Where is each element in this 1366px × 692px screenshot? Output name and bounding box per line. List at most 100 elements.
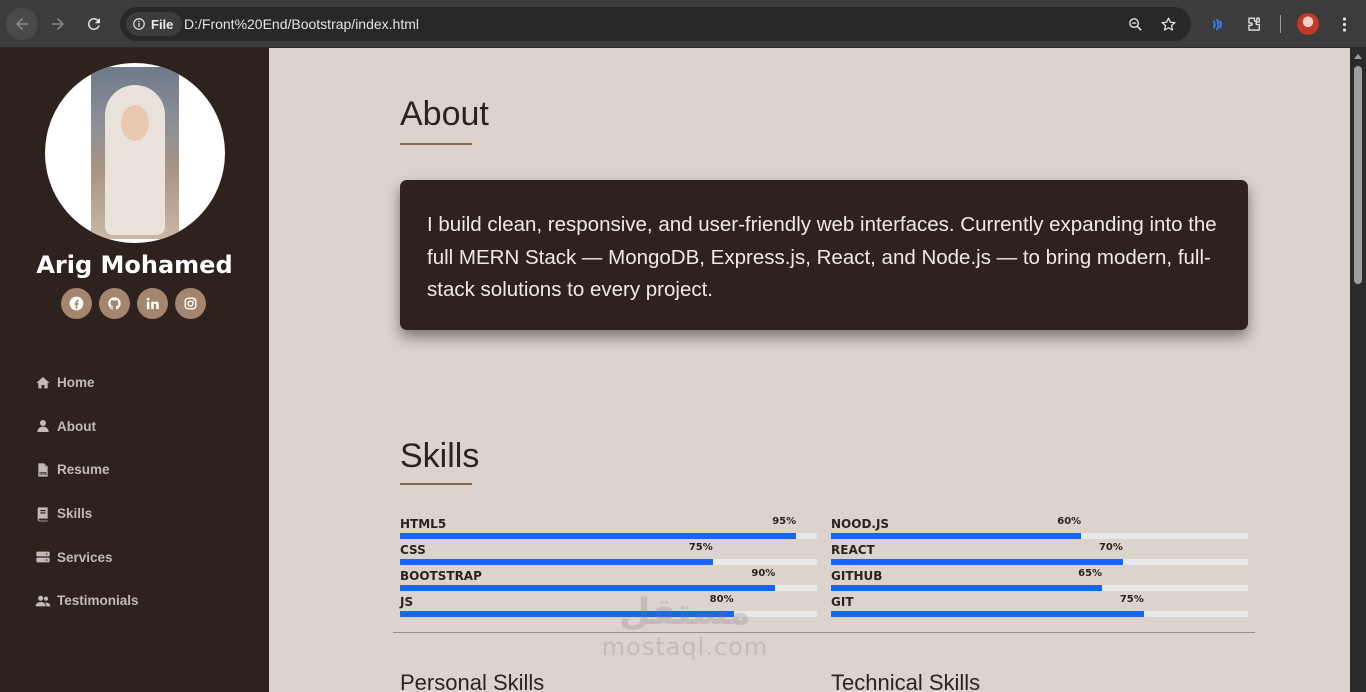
reload-button[interactable] bbox=[78, 8, 110, 40]
skill-progress-track bbox=[831, 611, 1248, 617]
nav-label-resume: Resume bbox=[57, 462, 110, 478]
forward-button[interactable] bbox=[42, 8, 74, 40]
nav-label-skills: Skills bbox=[57, 506, 93, 522]
skill-progress-track bbox=[831, 533, 1248, 539]
github-icon bbox=[108, 297, 121, 310]
instagram-link[interactable] bbox=[175, 288, 206, 319]
skill-name: NOOD.JS bbox=[831, 517, 890, 531]
skill-progress-fill bbox=[831, 559, 1123, 565]
scroll-thumb[interactable] bbox=[1354, 66, 1362, 284]
extension-button[interactable] bbox=[1206, 12, 1230, 36]
browser-toolbar: File D:/Front%20End/Bootstrap/index.html bbox=[0, 0, 1366, 48]
nav-item-skills[interactable]: Skills bbox=[35, 492, 139, 536]
nav-label-about: About bbox=[57, 418, 96, 434]
info-icon bbox=[133, 18, 145, 30]
pdf-file-icon: PDF bbox=[38, 463, 48, 477]
skill-name: BOOTSTRAP bbox=[400, 569, 482, 583]
facebook-link[interactable] bbox=[61, 288, 92, 319]
skill-percent: 65% bbox=[1078, 568, 1103, 579]
skill-progress-track bbox=[400, 585, 817, 591]
browser-menu-button[interactable] bbox=[1332, 12, 1356, 36]
technical-skills-heading: Technical Skills bbox=[831, 670, 981, 692]
skill-percent: 75% bbox=[688, 542, 713, 553]
profile-image bbox=[91, 67, 179, 239]
scroll-up-arrow-icon[interactable] bbox=[1354, 54, 1362, 59]
skill-name: GIT bbox=[831, 595, 854, 609]
url-text[interactable]: D:/Front%20End/Bootstrap/index.html bbox=[184, 16, 419, 32]
github-link[interactable] bbox=[99, 288, 130, 319]
profile-name: Arig Mohamed bbox=[36, 251, 233, 279]
star-icon bbox=[1160, 16, 1176, 31]
skill-percent: 70% bbox=[1098, 542, 1123, 553]
puzzle-icon bbox=[1247, 16, 1260, 31]
instagram-icon bbox=[184, 297, 197, 310]
about-text: I build clean, responsive, and user-frie… bbox=[427, 213, 1217, 301]
skills-column-right: NOOD.JS 60% REACT 70% GITHUB 65% GIT 75% bbox=[831, 515, 1248, 619]
toolbar-separator bbox=[1280, 15, 1281, 33]
skill-progress-fill bbox=[831, 611, 1144, 617]
skill-progress-track bbox=[400, 559, 817, 565]
main-content: About I build clean, responsive, and use… bbox=[269, 48, 1350, 692]
users-icon bbox=[35, 595, 51, 607]
nav-item-services[interactable]: Services bbox=[35, 535, 139, 579]
facebook-icon bbox=[69, 296, 84, 311]
page-scrollbar[interactable] bbox=[1350, 48, 1366, 692]
nav-item-about[interactable]: About bbox=[35, 405, 139, 449]
server-icon bbox=[36, 551, 50, 563]
profile-photo bbox=[45, 63, 225, 243]
kebab-menu-icon bbox=[1342, 16, 1346, 32]
zoom-button[interactable] bbox=[1125, 14, 1145, 34]
skill-percent: 90% bbox=[751, 568, 776, 579]
skill-progress-track bbox=[400, 533, 817, 539]
address-bar[interactable]: File D:/Front%20End/Bootstrap/index.html bbox=[120, 7, 1191, 41]
skills-heading-underline bbox=[400, 483, 472, 485]
svg-text:PDF: PDF bbox=[40, 471, 46, 475]
extension-wave-icon bbox=[1212, 18, 1222, 30]
nav-label-home: Home bbox=[57, 375, 95, 391]
nav-item-testimonials[interactable]: Testimonials bbox=[35, 579, 139, 623]
skill-row: CSS 75% bbox=[400, 541, 817, 567]
skills-heading: Skills bbox=[400, 437, 480, 475]
skill-percent: 95% bbox=[772, 516, 797, 527]
skill-progress-fill bbox=[400, 559, 713, 565]
watermark-latin: mostaql.com bbox=[601, 633, 769, 661]
skill-percent: 75% bbox=[1119, 594, 1144, 605]
skill-name: GITHUB bbox=[831, 569, 883, 583]
skill-row: HTML5 95% bbox=[400, 515, 817, 541]
profile-avatar[interactable] bbox=[1297, 13, 1319, 35]
social-links bbox=[61, 288, 206, 319]
about-heading-underline bbox=[400, 143, 472, 145]
skill-progress-fill bbox=[831, 533, 1082, 539]
back-button[interactable] bbox=[6, 8, 38, 40]
skill-progress-fill bbox=[831, 585, 1103, 591]
nav-item-home[interactable]: Home bbox=[35, 361, 139, 405]
skill-row: GITHUB 65% bbox=[831, 567, 1248, 593]
skill-row: NOOD.JS 60% bbox=[831, 515, 1248, 541]
section-divider bbox=[393, 632, 1255, 633]
sidebar-nav: Home About PDF Resume Skills Services Te… bbox=[35, 361, 139, 623]
watermark-arabic: مستقل bbox=[619, 592, 751, 633]
skill-row: GIT 75% bbox=[831, 593, 1248, 619]
site-info-chip[interactable]: File bbox=[126, 12, 183, 36]
nav-item-resume[interactable]: PDF Resume bbox=[35, 448, 139, 492]
personal-skills-heading: Personal Skills bbox=[400, 670, 545, 692]
skill-row: REACT 70% bbox=[831, 541, 1248, 567]
sidebar: Arig Mohamed Home About PDF Resume Skill… bbox=[0, 48, 269, 692]
linkedin-link[interactable] bbox=[137, 288, 168, 319]
book-icon bbox=[37, 506, 48, 521]
linkedin-icon bbox=[146, 297, 159, 310]
watermark: مستقل mostaql.com bbox=[600, 592, 770, 662]
skill-progress-fill bbox=[400, 533, 797, 539]
reload-icon bbox=[87, 17, 100, 30]
user-icon bbox=[37, 420, 49, 433]
skill-name: REACT bbox=[831, 543, 875, 557]
nav-label-services: Services bbox=[57, 549, 113, 565]
bookmark-button[interactable] bbox=[1158, 14, 1178, 34]
skill-name: JS bbox=[400, 595, 414, 609]
about-card: I build clean, responsive, and user-frie… bbox=[400, 180, 1248, 330]
about-heading: About bbox=[400, 95, 489, 133]
extensions-menu-button[interactable] bbox=[1242, 12, 1266, 36]
skill-name: HTML5 bbox=[400, 517, 447, 531]
security-label: File bbox=[151, 16, 174, 32]
skill-row: BOOTSTRAP 90% bbox=[400, 567, 817, 593]
